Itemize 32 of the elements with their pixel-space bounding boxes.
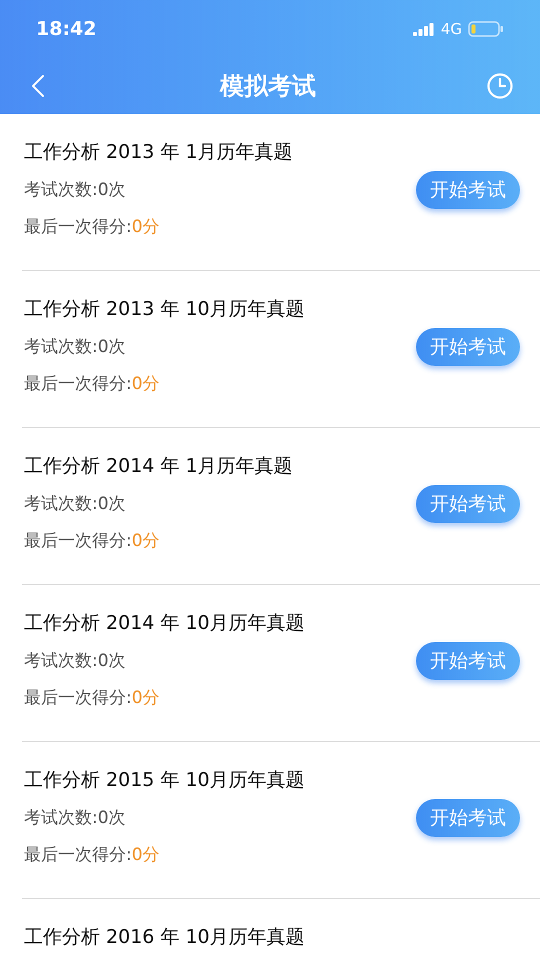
score-value: 0分	[132, 216, 160, 240]
attempt-count: 考试次数:0次	[24, 179, 126, 202]
page-title: 模拟考试	[220, 71, 316, 102]
attempt-count: 考试次数:0次	[24, 807, 126, 830]
exam-title: 工作分析 2016 年 10月历年真题	[24, 925, 306, 950]
start-exam-button[interactable]: 开始考试	[416, 642, 520, 680]
signal-icon	[412, 22, 435, 36]
battery-icon	[468, 21, 504, 37]
history-clock-icon[interactable]	[486, 72, 514, 100]
start-exam-button[interactable]: 开始考试	[416, 485, 520, 523]
attempt-count: 考试次数:0次	[24, 336, 126, 359]
exam-title: 工作分析 2014 年 10月历年真题	[24, 611, 306, 636]
exam-title: 工作分析 2013 年 1月历年真题	[24, 140, 294, 165]
score-value: 0分	[132, 530, 160, 554]
status-time: 18:42	[36, 16, 96, 42]
score-label: 最后一次得分:	[24, 687, 132, 710]
score-label: 最后一次得分:	[24, 373, 132, 396]
score-label: 最后一次得分:	[24, 216, 132, 240]
start-exam-button[interactable]: 开始考试	[416, 328, 520, 366]
score-label: 最后一次得分:	[24, 530, 132, 554]
attempt-count: 考试次数:0次	[24, 650, 126, 673]
exam-title: 工作分析 2013 年 10月历年真题	[24, 297, 306, 322]
start-exam-button[interactable]: 开始考试	[416, 799, 520, 837]
score-value: 0分	[132, 373, 160, 396]
score-label: 最后一次得分:	[24, 844, 132, 868]
score-value: 0分	[132, 844, 160, 868]
exam-title: 工作分析 2015 年 10月历年真题	[24, 768, 306, 793]
start-exam-button[interactable]: 开始考试	[416, 171, 520, 209]
score-value: 0分	[132, 687, 160, 710]
exam-title: 工作分析 2014 年 1月历年真题	[24, 454, 294, 479]
attempt-count: 考试次数:0次	[24, 493, 126, 516]
network-label: 4G	[440, 18, 462, 40]
